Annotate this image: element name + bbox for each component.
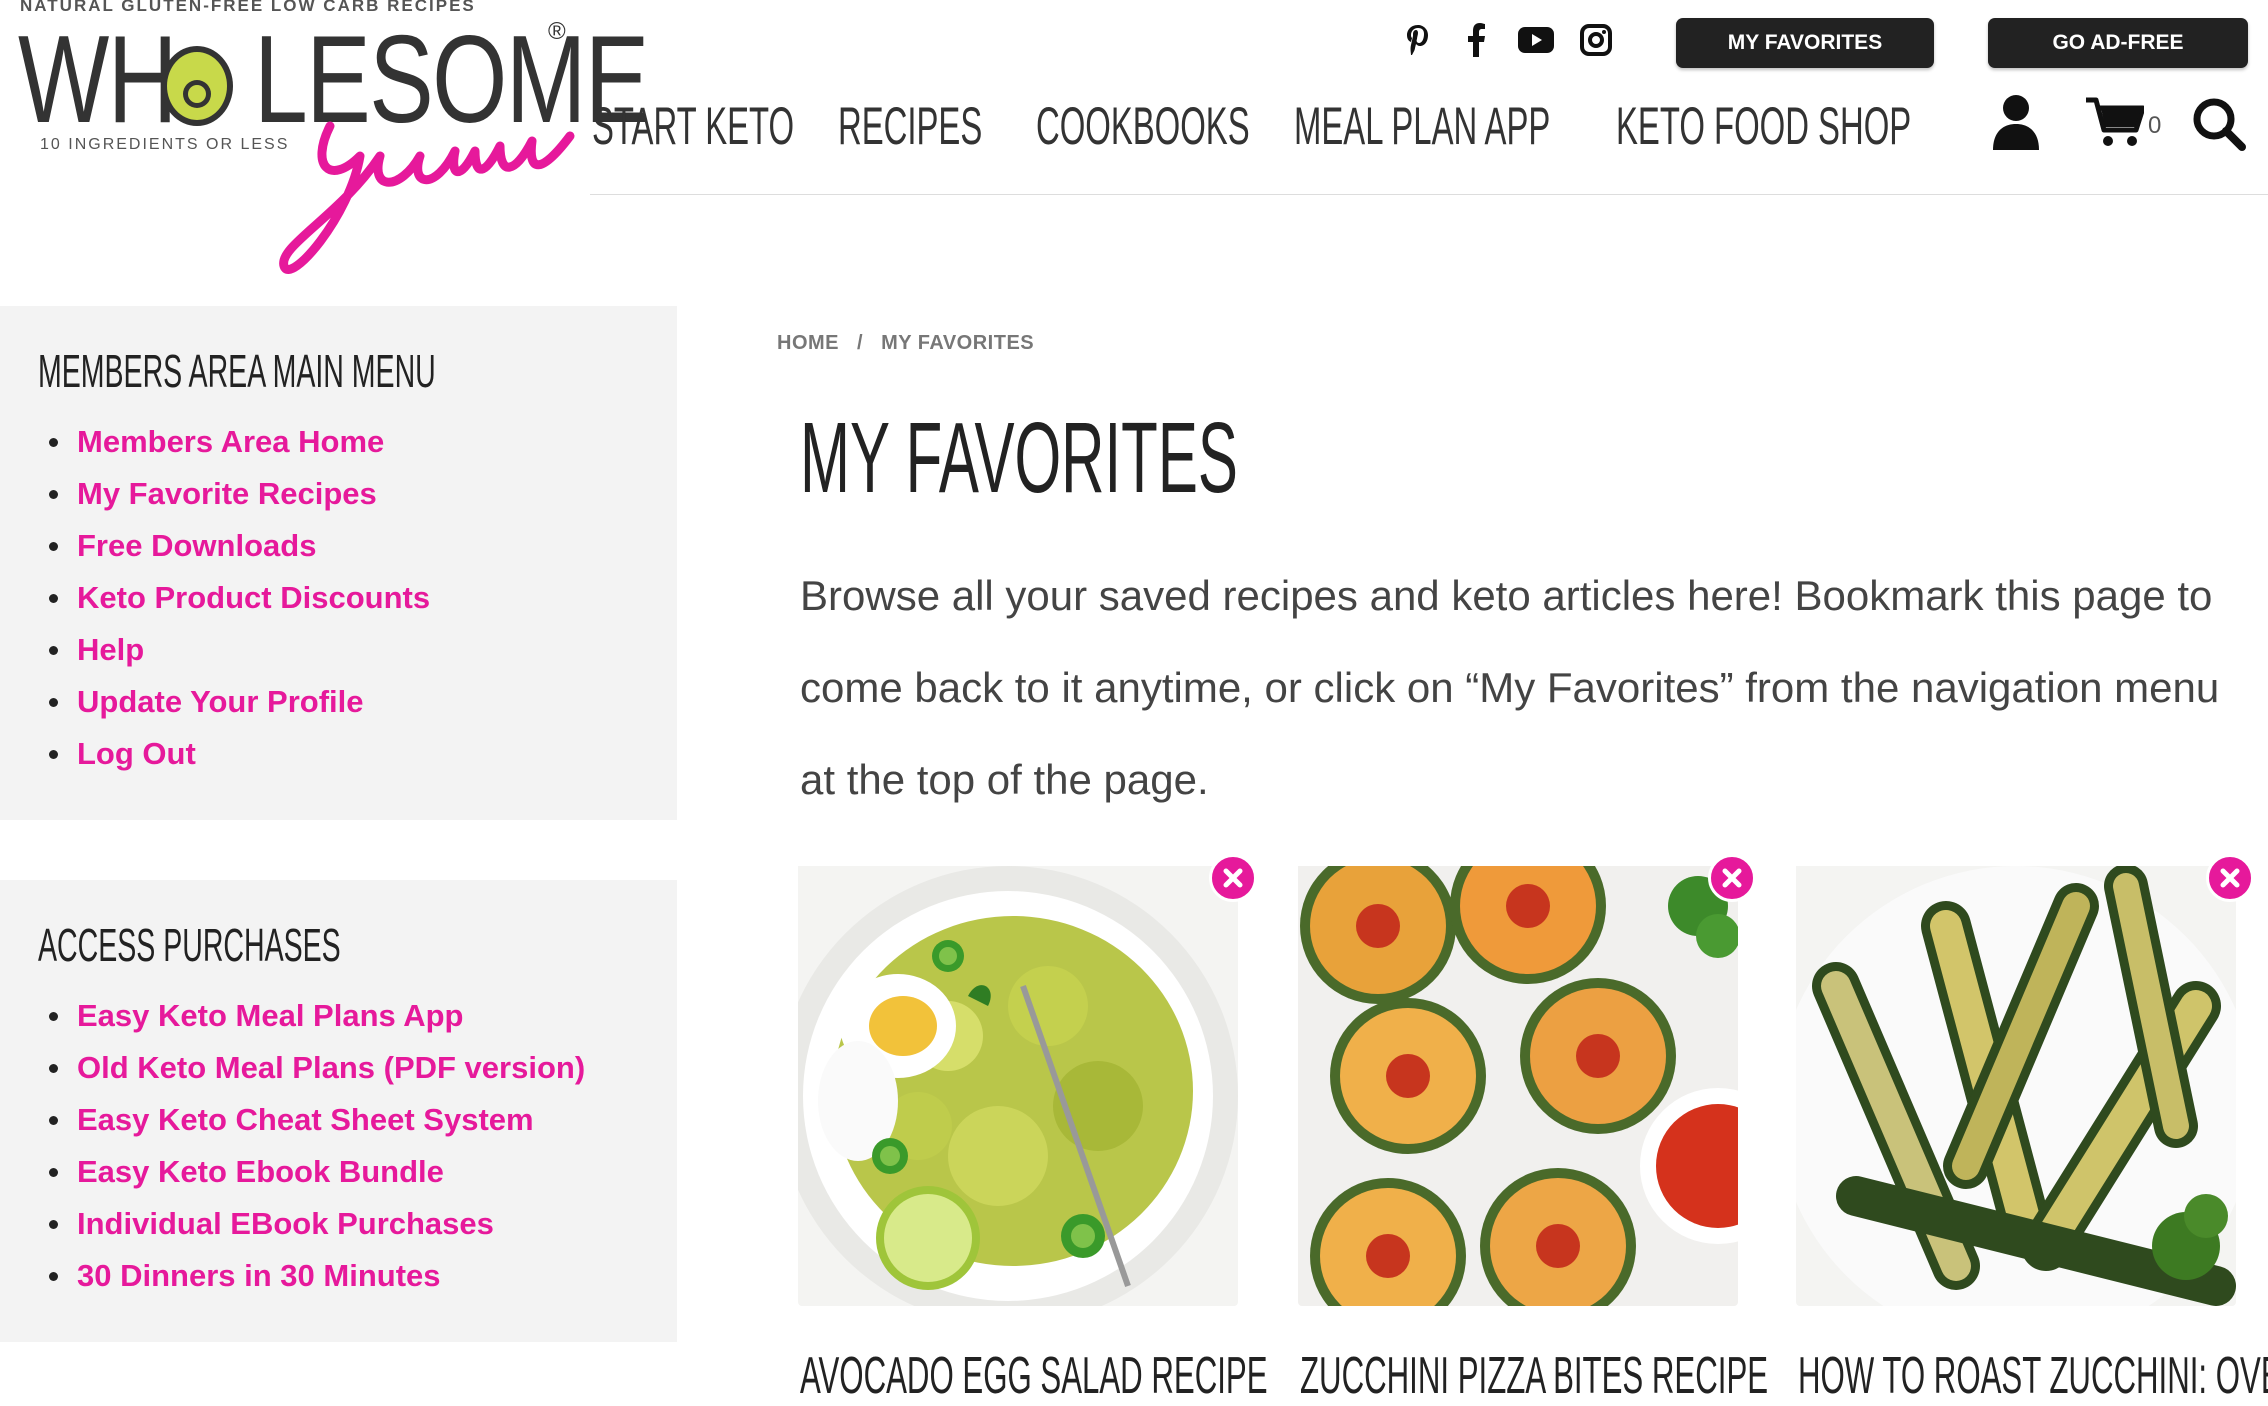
sidebar-item-members-home[interactable]: Members Area Home (0, 416, 430, 468)
breadcrumb-current: MY FAVORITES (881, 332, 1035, 354)
logo-script-yum (279, 121, 575, 274)
sidebar-item-product-discounts[interactable]: Keto Product Discounts (0, 572, 430, 624)
instagram-icon[interactable] (1576, 20, 1616, 60)
account-icon[interactable] (1990, 92, 2042, 152)
sidebar-item-ebook-bundle[interactable]: Easy Keto Ebook Bundle (0, 1146, 585, 1198)
sidebar-item-30-dinners[interactable]: 30 Dinners in 30 Minutes (0, 1250, 585, 1302)
remove-favorite-button[interactable] (1209, 854, 1257, 902)
purchases-menu-list: Easy Keto Meal Plans App Old Keto Meal P… (0, 990, 585, 1302)
facebook-icon[interactable] (1456, 20, 1496, 60)
nav-meal-plan-app[interactable]: MEAL PLAN APP (1294, 92, 1550, 162)
recipe-title-avocado-egg-salad[interactable]: AVOCADO EGG SALAD RECIPE (800, 1346, 1268, 1406)
close-icon (1722, 868, 1742, 888)
go-ad-free-button[interactable]: GO AD-FREE (1988, 18, 2248, 68)
breadcrumb-home[interactable]: HOME (777, 332, 839, 354)
sidebar-item-help[interactable]: Help (0, 624, 430, 676)
sidebar-item-meal-plans-app[interactable]: Easy Keto Meal Plans App (0, 990, 585, 1042)
recipe-title-roast-zucchini[interactable]: HOW TO ROAST ZUCCHINI: OVEN (1798, 1346, 2268, 1406)
my-favorites-button[interactable]: MY FAVORITES (1676, 18, 1934, 68)
recipe-image-avocado-egg-salad[interactable] (798, 866, 1238, 1306)
recipe-title-zucchini-pizza-bites[interactable]: ZUCCHINI PIZZA BITES RECIPE (1300, 1346, 1768, 1406)
purchases-menu-box: ACCESS PURCHASES Easy Keto Meal Plans Ap… (0, 880, 677, 1342)
nav-cookbooks[interactable]: COOKBOOKS (1036, 92, 1250, 162)
header-divider (590, 194, 2268, 195)
close-icon (1223, 868, 1243, 888)
search-icon[interactable] (2190, 94, 2248, 154)
cart-count: 0 (2148, 112, 2162, 139)
registered-mark: ® (548, 18, 566, 45)
remove-favorite-button[interactable] (1708, 854, 1756, 902)
nav-start-keto[interactable]: START KETO (592, 92, 794, 162)
recipe-image-zucchini-pizza-bites[interactable] (1298, 866, 1738, 1306)
breadcrumb-separator: / (857, 332, 864, 354)
members-menu-list: Members Area Home My Favorite Recipes Fr… (0, 416, 430, 780)
recipe-image-roast-zucchini[interactable] (1796, 866, 2236, 1306)
youtube-icon[interactable] (1516, 20, 1556, 60)
close-icon (2220, 868, 2240, 888)
page-title: MY FAVORITES (800, 402, 1238, 514)
intro-text: Browse all your saved recipes and keto a… (800, 572, 2220, 803)
purchases-menu-title: ACCESS PURCHASES (38, 919, 341, 971)
sidebar-item-log-out[interactable]: Log Out (0, 728, 430, 780)
nav-recipes[interactable]: RECIPES (838, 92, 982, 162)
nav-keto-food-shop[interactable]: KETO FOOD SHOP (1616, 92, 1911, 162)
pinterest-icon[interactable] (1398, 20, 1438, 60)
avocado-icon (161, 46, 233, 126)
sidebar-item-free-downloads[interactable]: Free Downloads (0, 520, 430, 572)
members-menu-box: MEMBERS AREA MAIN MENU Members Area Home… (0, 306, 677, 820)
sidebar-item-favorite-recipes[interactable]: My Favorite Recipes (0, 468, 430, 520)
site-logo[interactable]: WH LESOME ® 10 INGREDIENTS OR LESS (0, 0, 649, 300)
sidebar-item-old-meal-plans[interactable]: Old Keto Meal Plans (PDF version) (0, 1042, 585, 1094)
sidebar-item-individual-ebooks[interactable]: Individual EBook Purchases (0, 1198, 585, 1250)
remove-favorite-button[interactable] (2206, 854, 2254, 902)
sidebar-item-cheat-sheet[interactable]: Easy Keto Cheat Sheet System (0, 1094, 585, 1146)
breadcrumb: HOME / MY FAVORITES (777, 332, 1034, 355)
sidebar-item-update-profile[interactable]: Update Your Profile (0, 676, 430, 728)
logo-subtitle: 10 INGREDIENTS OR LESS (40, 136, 290, 153)
members-menu-title: MEMBERS AREA MAIN MENU (38, 345, 436, 397)
cart-icon[interactable] (2084, 92, 2146, 152)
